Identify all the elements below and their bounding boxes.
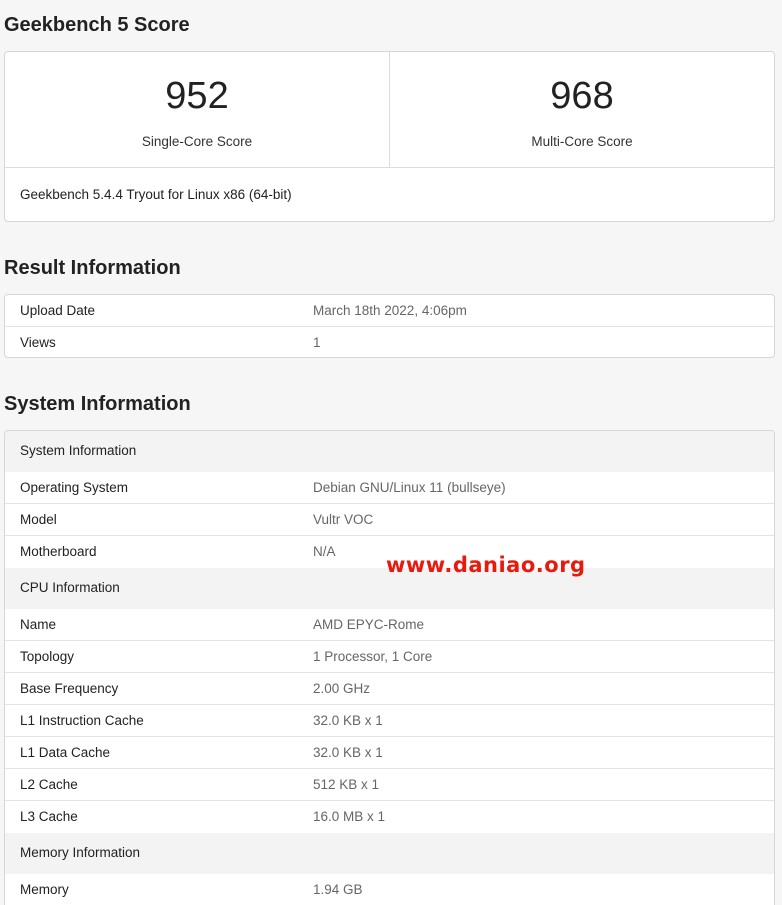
table-row: L1 Data Cache 32.0 KB x 1 (5, 737, 774, 769)
system-group-heading: System Information (5, 431, 774, 472)
row-value: 512 KB x 1 (313, 777, 380, 792)
row-value: 1 Processor, 1 Core (313, 649, 433, 664)
row-value: 16.0 MB x 1 (313, 809, 386, 824)
version-text: Geekbench 5.4.4 Tryout for Linux x86 (64… (20, 187, 292, 202)
row-key: Operating System (20, 480, 129, 495)
row-value: 1.94 GB (313, 882, 363, 897)
row-key: L2 Cache (20, 777, 78, 792)
row-key: Motherboard (20, 544, 97, 559)
row-value: 32.0 KB x 1 (313, 745, 383, 760)
table-row: Operating System Debian GNU/Linux 11 (bu… (5, 472, 774, 504)
multi-core-label: Multi-Core Score (531, 134, 633, 149)
watermark-text: www.daniao.org (386, 553, 586, 577)
row-key: Memory (20, 882, 69, 897)
system-heading: System Information (4, 393, 191, 415)
table-row: Topology 1 Processor, 1 Core (5, 641, 774, 673)
row-value: March 18th 2022, 4:06pm (313, 303, 467, 318)
single-core-label: Single-Core Score (141, 134, 253, 149)
row-value: Vultr VOC (313, 512, 374, 527)
table-row: Name AMD EPYC-Rome (5, 609, 774, 641)
score-row: 952 Single-Core Score 968 Multi-Core Sco… (5, 52, 774, 168)
row-key: Views (20, 335, 56, 350)
system-table: System Information Operating System Debi… (4, 430, 775, 905)
row-value: 1 (313, 335, 321, 350)
score-heading: Geekbench 5 Score (4, 14, 190, 36)
row-value: 2.00 GHz (313, 681, 371, 696)
row-key: Topology (20, 649, 75, 664)
single-core-score: 952 (165, 75, 229, 117)
result-table: Upload Date March 18th 2022, 4:06pm View… (4, 294, 775, 358)
table-row: Model Vultr VOC (5, 504, 774, 536)
row-value: Debian GNU/Linux 11 (bullseye) (313, 480, 506, 495)
row-key: L3 Cache (20, 809, 78, 824)
row-key: Model (20, 512, 57, 527)
table-row: L1 Instruction Cache 32.0 KB x 1 (5, 705, 774, 737)
score-card: 952 Single-Core Score 968 Multi-Core Sco… (4, 51, 775, 222)
table-row: Views 1 (5, 327, 774, 357)
table-row: Base Frequency 2.00 GHz (5, 673, 774, 705)
row-key: L1 Instruction Cache (20, 713, 144, 728)
row-key: Upload Date (20, 303, 96, 318)
result-heading: Result Information (4, 257, 181, 279)
memory-group-heading: Memory Information (5, 833, 774, 874)
row-key: L1 Data Cache (20, 745, 111, 760)
table-row: L2 Cache 512 KB x 1 (5, 769, 774, 801)
table-row: Memory 1.94 GB (5, 874, 774, 905)
table-row: L3 Cache 16.0 MB x 1 (5, 801, 774, 833)
row-value: AMD EPYC-Rome (313, 617, 425, 632)
row-key: Name (20, 617, 57, 632)
row-value: 32.0 KB x 1 (313, 713, 383, 728)
multi-core-score: 968 (550, 75, 614, 117)
single-core-cell: 952 Single-Core Score (5, 52, 389, 167)
multi-core-cell: 968 Multi-Core Score (389, 52, 774, 167)
table-row: Upload Date March 18th 2022, 4:06pm (5, 295, 774, 327)
row-key: Base Frequency (20, 681, 119, 696)
